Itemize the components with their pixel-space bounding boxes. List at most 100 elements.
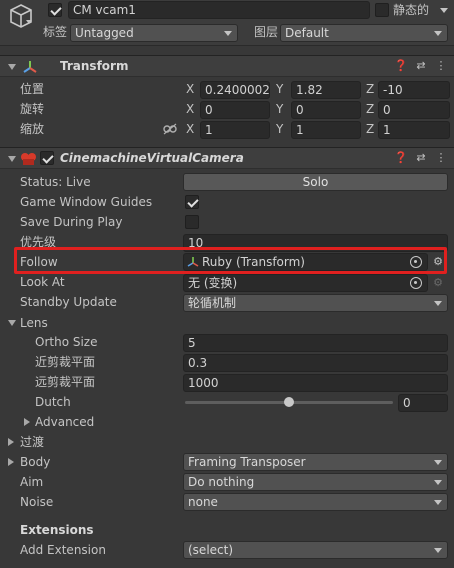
standby-label: Standby Update: [20, 295, 117, 309]
add-extension-dropdown[interactable]: (select): [183, 541, 448, 559]
chevron-down-icon: [434, 500, 442, 505]
lookat-field[interactable]: 无 (变换): [183, 274, 428, 292]
vcam-header[interactable]: CinemachineVirtualCamera ❓ ⇄ ⋮: [0, 147, 454, 169]
tag-label: 标签: [43, 25, 68, 39]
rotation-z-field[interactable]: 0: [378, 101, 450, 119]
lookat-settings-gear-icon[interactable]: ⚙: [431, 276, 445, 290]
near-clip-field[interactable]: 0.3: [183, 354, 448, 372]
aim-label: Aim: [20, 475, 44, 489]
chevron-down-icon: [434, 301, 442, 306]
foldout-arrow-icon[interactable]: [8, 64, 16, 70]
far-clip-field[interactable]: 1000: [183, 374, 448, 392]
add-extension-label: Add Extension: [20, 543, 106, 557]
body-value: Framing Transposer: [188, 455, 306, 469]
chevron-down-icon: [434, 480, 442, 485]
more-menu-icon[interactable]: ⋮: [434, 151, 448, 165]
add-extension-value: (select): [188, 543, 234, 557]
vcam-title: CinemachineVirtualCamera: [60, 151, 244, 165]
body-label[interactable]: Body: [20, 453, 50, 471]
gameobject-header: CM vcam1 静态的 标签 Untagged 图层 Default: [0, 0, 454, 46]
standby-dropdown[interactable]: 轮循机制: [183, 294, 448, 312]
chevron-down-icon: [434, 548, 442, 553]
static-label: 静态的: [393, 3, 430, 17]
rotation-y-axis-label[interactable]: Y: [276, 100, 283, 118]
far-clip-label: 远剪裁平面: [35, 375, 96, 389]
presets-icon[interactable]: ⇄: [414, 59, 428, 73]
rotation-z-axis-label[interactable]: Z: [366, 100, 374, 118]
rotation-x-field[interactable]: 0: [200, 101, 270, 119]
aim-value: Do nothing: [188, 475, 255, 489]
near-clip-label: 近剪裁平面: [35, 355, 96, 369]
static-checkbox[interactable]: [375, 3, 389, 17]
help-icon[interactable]: ❓: [394, 151, 408, 165]
chevron-down-icon: [434, 460, 442, 465]
noise-label: Noise: [20, 495, 54, 509]
extensions-heading: Extensions: [20, 523, 94, 537]
position-x-field[interactable]: 0.2400002: [200, 81, 270, 99]
scale-y-axis-label[interactable]: Y: [276, 120, 283, 138]
lookat-value: 无 (变换): [188, 276, 238, 290]
gameobject-name-field[interactable]: CM vcam1: [68, 1, 370, 19]
game-window-guides-checkbox[interactable]: [185, 195, 199, 209]
position-y-field[interactable]: 1.82: [291, 81, 361, 99]
dutch-slider-thumb[interactable]: [284, 397, 294, 407]
lens-label[interactable]: Lens: [20, 314, 48, 332]
dutch-field[interactable]: 0: [398, 394, 448, 412]
body-dropdown[interactable]: Framing Transposer: [183, 453, 448, 471]
ortho-label: Ortho Size: [35, 335, 98, 349]
rotation-y-field[interactable]: 0: [291, 101, 361, 119]
layer-value: Default: [285, 26, 329, 40]
scale-label: 缩放: [20, 122, 45, 136]
body-foldout-arrow-icon[interactable]: [8, 458, 14, 466]
save-during-play-label: Save During Play: [20, 215, 123, 229]
lens-foldout-arrow-icon[interactable]: [8, 320, 16, 326]
link-icon[interactable]: [163, 123, 177, 135]
standby-value: 轮循机制: [188, 296, 237, 310]
object-picker-icon[interactable]: [410, 277, 422, 289]
help-icon[interactable]: ❓: [394, 59, 408, 73]
transform-header[interactable]: Transform ❓ ⇄ ⋮: [0, 55, 454, 77]
rotation-label: 旋转: [20, 102, 45, 116]
layer-label: 图层: [254, 25, 279, 39]
vcam-enabled-checkbox[interactable]: [40, 151, 54, 165]
layer-dropdown[interactable]: Default: [280, 24, 448, 42]
status-label: Status: Live: [20, 175, 91, 189]
tag-dropdown[interactable]: Untagged: [70, 24, 238, 42]
aim-dropdown[interactable]: Do nothing: [183, 473, 448, 491]
tag-value: Untagged: [75, 26, 134, 40]
save-during-play-checkbox[interactable]: [185, 215, 199, 229]
static-dropdown-arrow-icon[interactable]: [440, 8, 448, 13]
position-z-axis-label[interactable]: Z: [366, 80, 374, 98]
scale-z-field[interactable]: 1: [378, 121, 450, 139]
gameobject-cube-icon: [10, 4, 32, 28]
ortho-field[interactable]: 5: [183, 334, 448, 352]
scale-z-axis-label[interactable]: Z: [366, 120, 374, 138]
chevron-down-icon: [224, 31, 232, 36]
chevron-down-icon: [434, 31, 442, 36]
follow-highlight-box: [14, 247, 447, 274]
icon-dropdown-arrow-icon[interactable]: [26, 20, 32, 24]
noise-dropdown[interactable]: none: [183, 493, 448, 511]
more-menu-icon[interactable]: ⋮: [434, 59, 448, 73]
lookat-label: Look At: [20, 275, 65, 289]
gameobject-active-checkbox[interactable]: [48, 3, 62, 17]
camera-icon: [21, 153, 36, 165]
transition-label[interactable]: 过渡: [20, 433, 44, 451]
game-window-guides-label: Game Window Guides: [20, 195, 153, 209]
position-x-axis-label[interactable]: X: [186, 80, 194, 98]
solo-button[interactable]: Solo: [183, 173, 448, 191]
transition-foldout-arrow-icon[interactable]: [8, 438, 14, 446]
position-y-axis-label[interactable]: Y: [276, 80, 283, 98]
presets-icon[interactable]: ⇄: [414, 151, 428, 165]
dutch-label: Dutch: [35, 395, 71, 409]
foldout-arrow-icon[interactable]: [8, 156, 16, 162]
position-z-field[interactable]: -10: [378, 81, 450, 99]
noise-value: none: [188, 495, 218, 509]
scale-x-field[interactable]: 1: [200, 121, 270, 139]
advanced-foldout-arrow-icon[interactable]: [24, 418, 30, 426]
scale-x-axis-label[interactable]: X: [186, 120, 194, 138]
position-label: 位置: [20, 82, 45, 96]
scale-y-field[interactable]: 1: [291, 121, 361, 139]
advanced-label[interactable]: Advanced: [35, 413, 94, 431]
rotation-x-axis-label[interactable]: X: [186, 100, 194, 118]
